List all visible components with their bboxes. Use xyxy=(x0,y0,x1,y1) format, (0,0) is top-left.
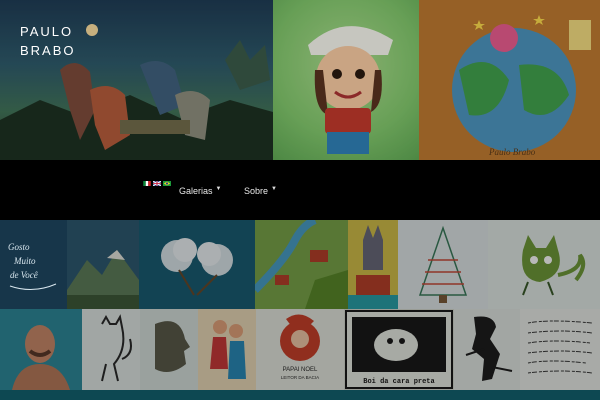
nav-sobre[interactable]: Sobre ▼ xyxy=(244,186,277,196)
gallery-tile-cat-sketch[interactable] xyxy=(82,309,140,390)
footer-band xyxy=(0,390,600,400)
cotton-artwork xyxy=(161,238,233,296)
logo-line-1: PAULO xyxy=(20,24,74,39)
gallery-tile-farm[interactable] xyxy=(255,220,348,309)
alligator-artwork xyxy=(465,316,513,381)
mountain-artwork xyxy=(67,250,139,309)
hero-banner: Paulo Brabo xyxy=(0,0,600,160)
dog-artwork xyxy=(348,220,398,309)
uk-flag-icon[interactable] xyxy=(153,181,161,186)
gallery-tile-santa-reading[interactable]: PAPAI NOEL LEITOR DA BACIA xyxy=(256,309,344,390)
cat-artwork xyxy=(522,235,586,296)
hero-image-girl[interactable] xyxy=(273,0,419,160)
boi-caption: Boi da cara preta xyxy=(363,378,435,386)
italy-flag-icon[interactable] xyxy=(143,181,151,186)
santa-reading-artwork: PAPAI NOEL LEITOR DA BACIA xyxy=(280,314,320,380)
face-profile-artwork xyxy=(155,321,190,373)
santa-caption: PAPAI NOEL xyxy=(283,367,318,373)
lettering-artwork: Gosto Muito de Você xyxy=(8,242,57,290)
gallery-tile-mountain[interactable] xyxy=(67,220,139,309)
globe-illustration: Paulo Brabo xyxy=(419,0,600,160)
gallery-tile-boi-cara-preta[interactable]: Boi da cara preta xyxy=(344,309,454,390)
gallery-tile-face-profile[interactable] xyxy=(140,309,198,390)
hero-image-globe[interactable]: Paulo Brabo xyxy=(419,0,600,160)
gallery-tile-christmas-tree[interactable] xyxy=(398,220,488,309)
brazil-flag-icon[interactable] xyxy=(163,181,171,186)
gallery-tile-cat-green[interactable] xyxy=(488,220,600,309)
site-logo[interactable]: PAULO BRABO xyxy=(20,22,76,60)
svg-text:Paulo Brabo: Paulo Brabo xyxy=(488,147,536,157)
svg-text:Gosto: Gosto xyxy=(8,242,30,252)
handwriting-artwork xyxy=(527,320,593,374)
gallery-tile-handwriting[interactable] xyxy=(520,309,600,390)
svg-text:de Você: de Você xyxy=(10,270,38,280)
site-header xyxy=(0,160,600,220)
girl-illustration xyxy=(308,26,393,154)
chevron-down-icon: ▼ xyxy=(215,186,222,192)
nav-galerias[interactable]: Galerias ▼ xyxy=(179,186,221,196)
gallery-tile-lettering[interactable]: Gosto Muito de Você xyxy=(0,220,67,309)
gallery-tile-dancers[interactable] xyxy=(198,309,256,390)
nav-galerias-label: Galerias xyxy=(179,186,213,196)
gallery-tile-cotton[interactable] xyxy=(139,220,255,309)
logo-line-2: BRABO xyxy=(20,43,76,58)
nav-sobre-label: Sobre xyxy=(244,186,269,196)
man-portrait-artwork xyxy=(0,309,82,390)
boi-cara-preta-artwork: Boi da cara preta xyxy=(345,310,453,389)
chevron-down-icon: ▼ xyxy=(271,186,277,192)
christmas-tree-artwork xyxy=(418,225,468,303)
dancers-artwork xyxy=(210,320,246,379)
gallery-tile-dog[interactable] xyxy=(348,220,398,309)
svg-text:Muito: Muito xyxy=(13,256,36,266)
santa-caption-sub: LEITOR DA BACIA xyxy=(281,375,319,380)
gallery-tile-alligator[interactable] xyxy=(454,309,520,390)
language-switcher xyxy=(143,181,171,186)
cat-sketch-artwork xyxy=(101,314,132,382)
farm-artwork xyxy=(255,220,348,309)
gallery-tile-man-portrait[interactable] xyxy=(0,309,82,390)
